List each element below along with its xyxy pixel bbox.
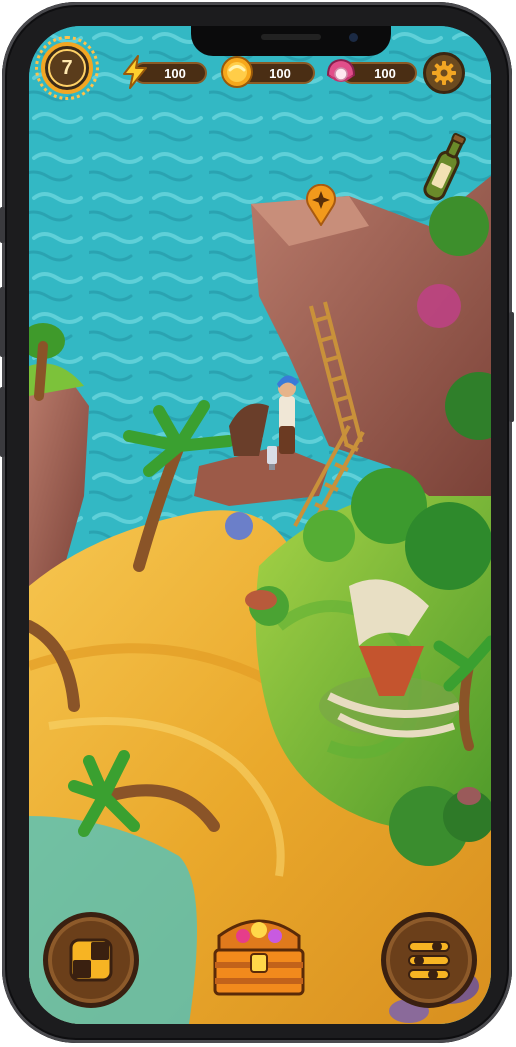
game-screen: 7 100 100 100: [29, 26, 491, 1024]
front-camera: [349, 33, 358, 42]
gear-icon: [432, 61, 456, 85]
phone-side-button: [0, 207, 5, 243]
coin-icon: [221, 56, 253, 88]
menu-button[interactable]: [381, 912, 477, 1008]
plant-pot: [245, 590, 277, 610]
lightning-icon: [123, 55, 147, 89]
pearl-value: 100: [374, 65, 396, 81]
phone-frame: 7 100 100 100: [0, 2, 514, 1043]
puzzle-button[interactable]: [43, 912, 139, 1008]
sparkle-map-pin-icon: [306, 183, 336, 227]
phone-volume-down: [0, 387, 5, 457]
phone-volume-up: [0, 287, 5, 357]
level-badge[interactable]: 7: [35, 36, 99, 100]
notch: [191, 26, 391, 56]
pearl-shell-icon: [326, 58, 356, 82]
treasure-chest-icon: [213, 919, 305, 996]
palm-tree: [34, 341, 48, 401]
puzzle-grid-icon: [69, 938, 113, 982]
coin-icon-wrap: [219, 54, 255, 90]
pearl-icon-wrap: [323, 54, 359, 90]
coin-value: 100: [269, 65, 291, 81]
quest-map-pin[interactable]: [305, 183, 337, 227]
menu-sliders-icon: [408, 941, 450, 980]
energy-value: 100: [164, 65, 186, 81]
message-in-bottle-icon: [423, 132, 466, 201]
phone-power-button: [509, 312, 514, 422]
treasure-chest-button[interactable]: [205, 906, 313, 1002]
settings-button[interactable]: [423, 52, 465, 94]
energy-icon-wrap: [117, 54, 153, 90]
message-bottle-button[interactable]: [421, 130, 467, 206]
